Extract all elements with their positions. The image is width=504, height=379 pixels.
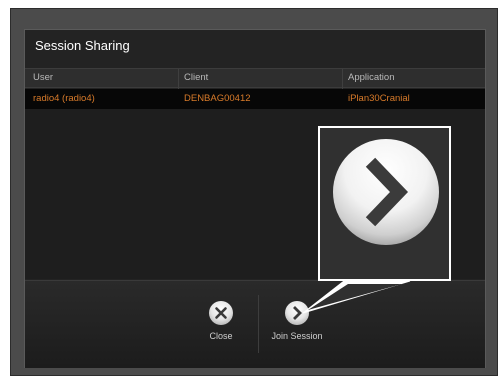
join-session-button[interactable]: Join Session [262, 301, 332, 353]
column-header-application[interactable]: Application [348, 72, 394, 83]
dialog-footer: Close Join Session [25, 280, 485, 368]
close-label: Close [209, 331, 233, 341]
chevron-right-icon [285, 301, 309, 325]
table-row[interactable]: radio4 (radio4) DENBAG00412 iPlan30Crani… [25, 89, 485, 109]
column-header-user[interactable]: User [33, 72, 53, 83]
dialog-title: Session Sharing [35, 38, 130, 53]
footer-divider [258, 295, 259, 353]
cell-application: iPlan30Cranial [348, 93, 410, 104]
column-header-client[interactable]: Client [184, 72, 208, 83]
cell-client: DENBAG00412 [184, 93, 251, 104]
close-button[interactable]: Close [186, 301, 256, 353]
column-divider [178, 69, 179, 89]
join-session-label: Join Session [271, 331, 323, 341]
chevron-right-icon [333, 139, 439, 245]
close-icon [209, 301, 233, 325]
table-header: User Client Application [25, 68, 485, 89]
zoomed-join-icon-callout [318, 126, 451, 281]
column-divider [342, 69, 343, 89]
cell-user: radio4 (radio4) [33, 93, 95, 104]
